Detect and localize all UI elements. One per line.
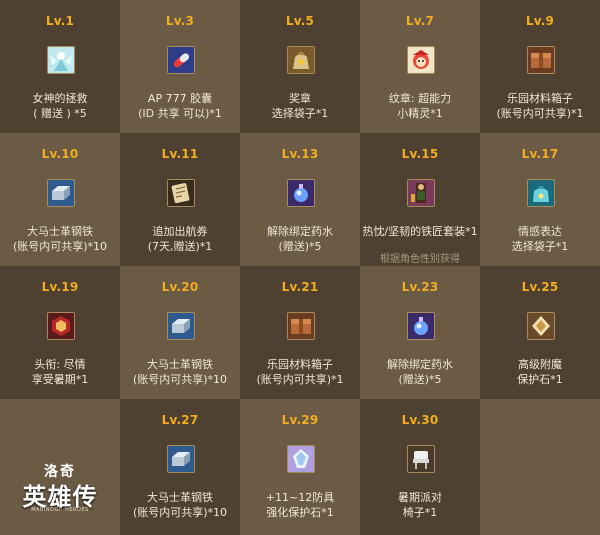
reward-cell: Lv.1 女神的拯救 ( 赠送 ) *5 (0, 0, 120, 133)
reward-detail: (账号内可共享)*1 (496, 107, 584, 120)
reward-name: 追加出航券 (152, 225, 208, 238)
party-chair-icon (407, 445, 435, 473)
reward-detail: 享受暑期*1 (31, 373, 89, 386)
reward-name: AP 777 胶囊 (147, 92, 213, 105)
reward-cell: Lv.23 解除绑定药水 (赠送)*5 (360, 266, 480, 399)
reward-level: Lv.21 (281, 280, 319, 294)
reward-name: 高级附魔 (518, 358, 562, 371)
medal-bag-icon (287, 46, 315, 74)
reward-name: 情感表达 (518, 225, 562, 238)
reward-level: Lv.23 (401, 280, 439, 294)
reward-cell: Lv.3 AP 777 胶囊 (ID 共享 可以)*1 (120, 0, 240, 133)
reward-level: Lv.20 (161, 280, 199, 294)
unbind-potion-icon (407, 312, 435, 340)
reward-name: 头衔: 尽情 (34, 358, 86, 371)
reward-grid: Lv.1 女神的拯救 ( 赠送 ) *5 Lv.3 AP 777 胶囊 (ID 共享 可以… (0, 0, 600, 535)
reward-detail: ( 赠送 ) *5 (33, 107, 87, 120)
goddess-icon (47, 46, 75, 74)
reward-name: 大马士革钢铁 (147, 358, 213, 371)
reward-cell: Lv.20 大马士革钢铁 (账号内可共享)*10 (120, 266, 240, 399)
blacksmith-set-icon (407, 179, 435, 207)
reward-cell: Lv.21 乐园材料箱子 (账号内可共享)*1 (240, 266, 360, 399)
reward-level: Lv.10 (41, 147, 79, 161)
reward-cell: Lv.11 追加出航券 (7天,赠送)*1 (120, 133, 240, 266)
reward-name: 暑期派对 (398, 491, 442, 504)
reward-name: 大马士革钢铁 (147, 491, 213, 504)
reward-detail: 保护石*1 (517, 373, 563, 386)
reward-detail: (账号内可共享)*10 (12, 240, 108, 253)
enchant-stone-icon (527, 312, 555, 340)
reward-level: Lv.3 (165, 14, 195, 28)
reward-level: Lv.19 (41, 280, 79, 294)
reward-detail: (ID 共享 可以)*1 (138, 107, 222, 120)
capsule-icon (167, 46, 195, 74)
reward-level: Lv.9 (525, 14, 555, 28)
reward-cell: Lv.27 大马士革钢铁 (账号内可共享)*10 (120, 399, 240, 535)
reward-level: Lv.29 (281, 413, 319, 427)
title-icon (47, 312, 75, 340)
material-box-icon (287, 312, 315, 340)
reward-cell: Lv.5 奖章选择袋子*1 (240, 0, 360, 133)
reward-detail: (赠送)*5 (278, 240, 322, 253)
reward-level: Lv.11 (161, 147, 199, 161)
reward-cell: Lv.13 解除绑定药水 (赠送)*5 (240, 133, 360, 266)
reward-level: Lv.15 (401, 147, 439, 161)
reward-name: 大马士革钢铁 (27, 225, 93, 238)
reward-name: 解除绑定药水 (267, 225, 333, 238)
reward-name: 女神的拯救 (32, 92, 88, 105)
reward-detail: (7天,赠送)*1 (147, 240, 213, 253)
reward-level: Lv.17 (521, 147, 559, 161)
armor-stone-icon (287, 445, 315, 473)
voyage-ticket-icon (167, 179, 195, 207)
reward-cell: Lv.17 情感表达选择袋子*1 (480, 133, 600, 266)
reward-detail: 椅子*1 (402, 506, 438, 519)
logo-line3: MABINOGI: HEROES (31, 507, 89, 513)
sprite-emblem-icon (407, 46, 435, 74)
reward-detail: 强化保护石*1 (266, 506, 334, 519)
reward-cell: Lv.7 纹章: 超能力 小精灵*1 (360, 0, 480, 133)
reward-cell: Lv.25 高级附魔保护石*1 (480, 266, 600, 399)
reward-name: +11~12防具 (265, 491, 335, 504)
reward-level: Lv.25 (521, 280, 559, 294)
reward-name: 热忱/坚韧的铁匠套装*1 (362, 225, 478, 238)
reward-cell: Lv.10 大马士革钢铁 (账号内可共享)*10 (0, 133, 120, 266)
reward-cell: Lv.29 +11~12防具 强化保护石*1 (240, 399, 360, 535)
reward-detail: 选择袋子*1 (271, 107, 329, 120)
material-box-icon (527, 46, 555, 74)
steel-ingot-icon (167, 445, 195, 473)
reward-name: 解除绑定药水 (387, 358, 453, 371)
reward-detail: (账号内可共享)*1 (256, 373, 344, 386)
reward-cell: Lv.19 头衔: 尽情 享受暑期*1 (0, 266, 120, 399)
reward-level: Lv.7 (405, 14, 435, 28)
empty-cell (480, 399, 600, 535)
reward-detail: (赠送)*5 (398, 373, 442, 386)
reward-cell: Lv.30 暑期派对椅子*1 (360, 399, 480, 535)
reward-detail: 小精灵*1 (397, 107, 443, 120)
reward-cell: Lv.15 热忱/坚韧的铁匠套装*1 根据角色性别获得 (360, 133, 480, 266)
emotion-bag-icon (527, 179, 555, 207)
steel-ingot-icon (47, 179, 75, 207)
game-logo: 洛奇 英雄传 MABINOGI: HEROES (0, 399, 120, 535)
reward-name: 乐园材料箱子 (267, 358, 333, 371)
reward-level: Lv.13 (281, 147, 319, 161)
reward-detail: (账号内可共享)*10 (132, 373, 228, 386)
reward-level: Lv.30 (401, 413, 439, 427)
reward-level: Lv.5 (285, 14, 315, 28)
reward-name: 乐园材料箱子 (507, 92, 573, 105)
reward-level: Lv.27 (161, 413, 199, 427)
reward-detail: 选择袋子*1 (511, 240, 569, 253)
steel-ingot-icon (167, 312, 195, 340)
unbind-potion-icon (287, 179, 315, 207)
reward-level: Lv.1 (45, 14, 75, 28)
reward-note: 根据角色性别获得 (380, 254, 460, 265)
reward-name: 纹章: 超能力 (388, 92, 452, 105)
reward-cell: Lv.9 乐园材料箱子 (账号内可共享)*1 (480, 0, 600, 133)
reward-name: 奖章 (289, 92, 311, 105)
reward-detail: (账号内可共享)*10 (132, 506, 228, 519)
